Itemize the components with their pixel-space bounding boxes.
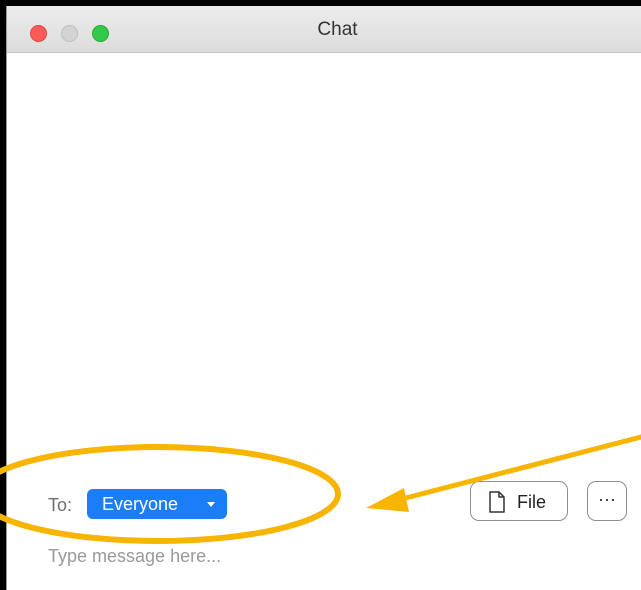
message-input[interactable] — [48, 536, 608, 576]
screenshot-stage: Chat To: Everyone File ··· — [0, 0, 641, 590]
file-label: File — [517, 492, 547, 512]
message-list — [7, 53, 641, 433]
ellipsis-icon: ··· — [598, 489, 616, 509]
title-bar: Chat — [7, 6, 641, 53]
window-title: Chat — [317, 19, 358, 40]
document-icon — [488, 491, 506, 518]
recipient-dropdown[interactable]: Everyone — [87, 489, 227, 519]
caret-down-icon — [207, 502, 215, 507]
more-options-button[interactable]: ··· — [587, 481, 627, 521]
recipient-value: Everyone — [102, 494, 179, 514]
file-button[interactable]: File — [470, 481, 568, 521]
to-label: To: — [48, 495, 73, 515]
chat-window: Chat To: Everyone File ··· — [6, 6, 641, 590]
